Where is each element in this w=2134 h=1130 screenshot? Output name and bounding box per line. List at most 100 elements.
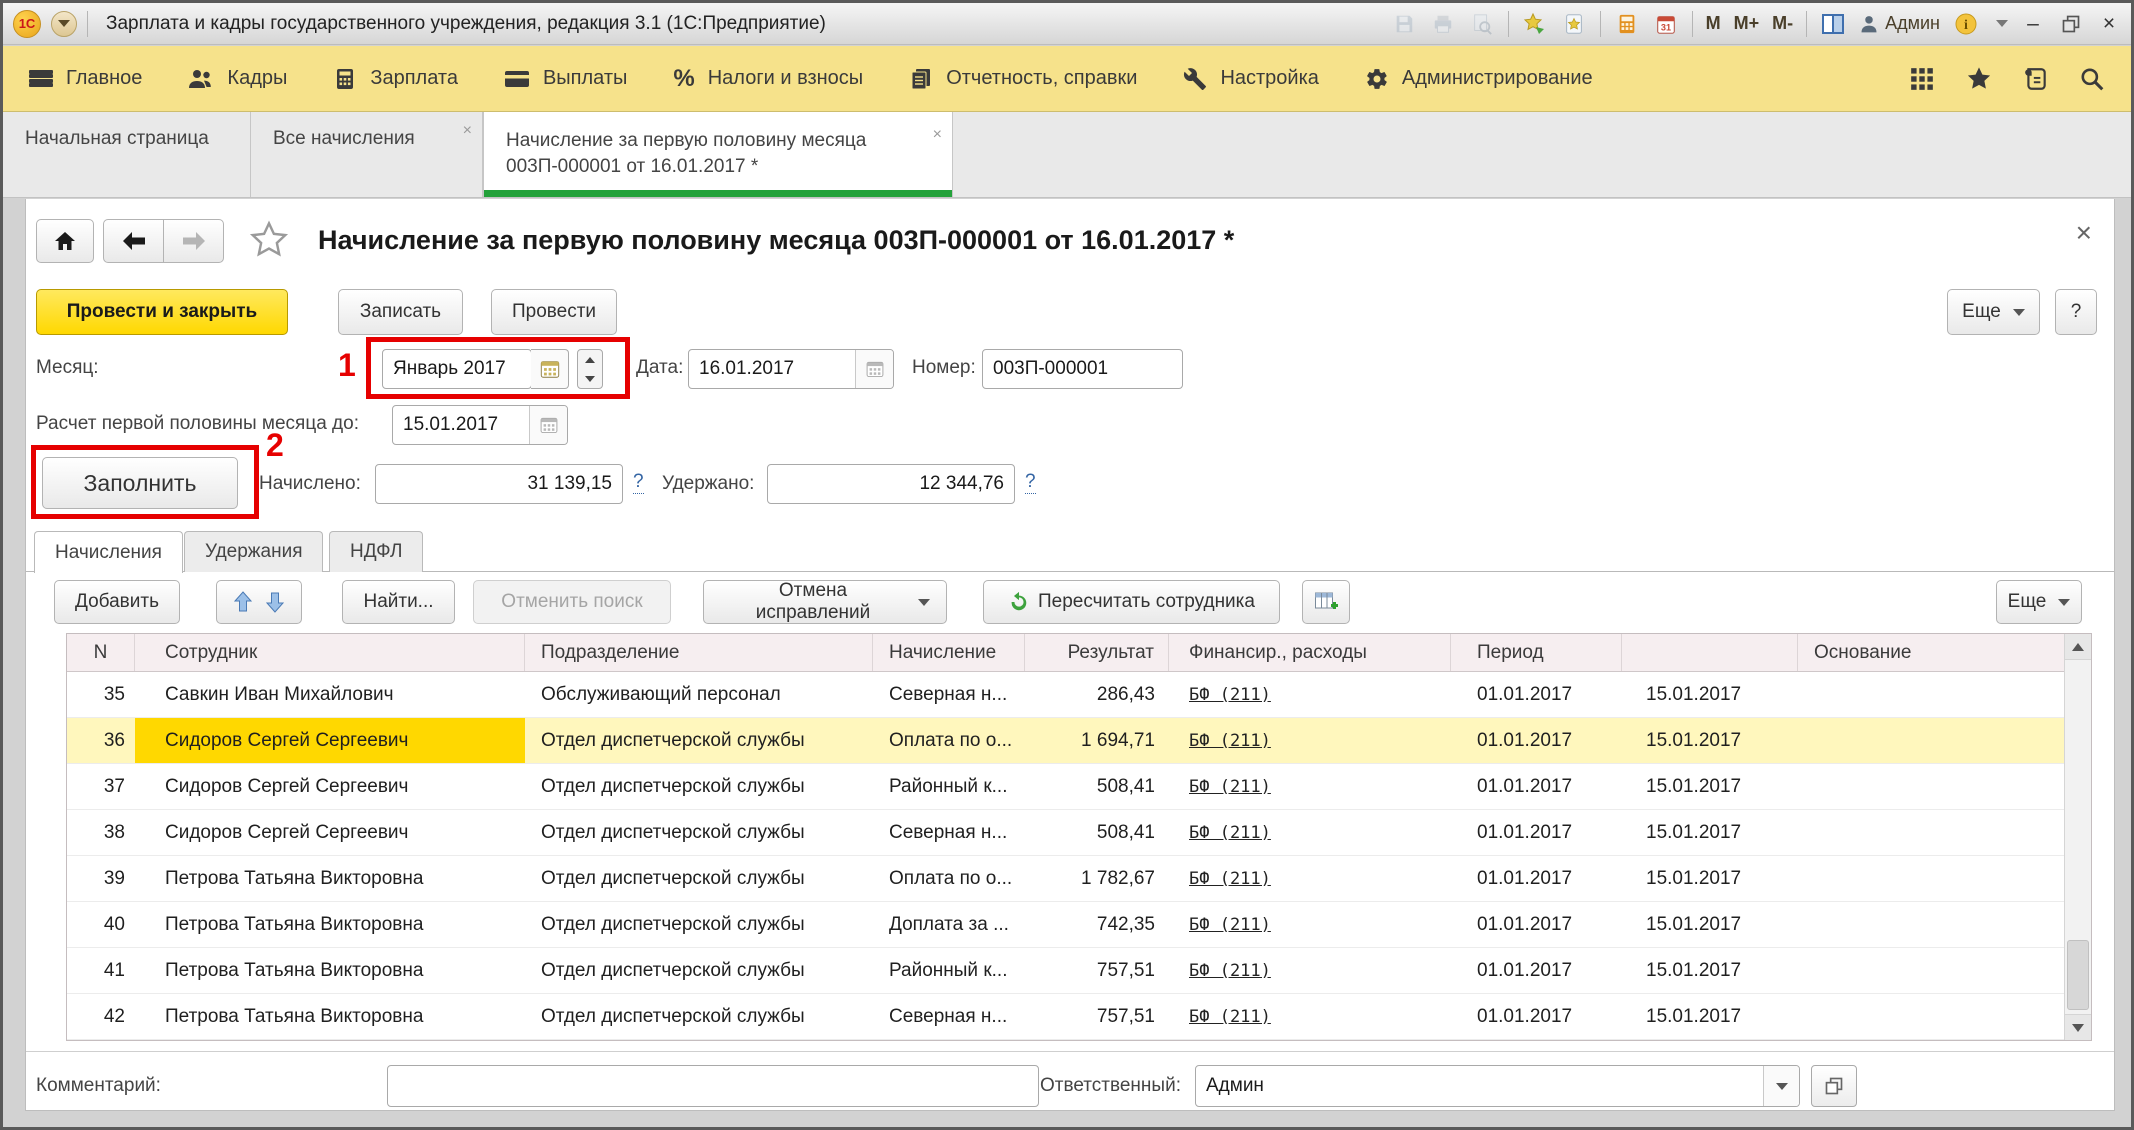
all-functions-icon[interactable] (1909, 66, 1935, 92)
table-row[interactable]: 41 Петрова Татьяна Викторовна Отдел дисп… (67, 948, 2064, 994)
info-icon[interactable]: i (1953, 11, 1979, 37)
column-header-result[interactable]: Результат (1025, 634, 1169, 671)
menu-item-zarplata[interactable]: Зарплата (333, 67, 458, 91)
post-button[interactable]: Провести (491, 289, 617, 335)
financing-link[interactable]: БФ (211) (1189, 685, 1271, 705)
accrued-help-link[interactable]: ? (633, 471, 644, 494)
minimize-button[interactable]: – (2021, 12, 2045, 36)
more-button-table[interactable]: Еще (1996, 580, 2082, 624)
month-calendar-button[interactable] (531, 349, 569, 389)
tab-accruals[interactable]: Начисления (34, 531, 183, 573)
write-button[interactable]: Записать (338, 289, 463, 335)
column-header-employee[interactable]: Сотрудник (135, 634, 525, 671)
help-button[interactable]: ? (2055, 289, 2097, 335)
move-down-icon[interactable] (265, 591, 285, 613)
table-row[interactable]: 37 Сидоров Сергей Сергеевич Отдел диспет… (67, 764, 2064, 810)
number-input[interactable] (983, 350, 1182, 388)
cancel-search-button[interactable]: Отменить поиск (473, 580, 671, 624)
month-input[interactable] (383, 350, 531, 388)
scroll-up-icon[interactable] (2065, 634, 2091, 660)
print-preview-icon[interactable] (1469, 11, 1495, 37)
close-document-icon[interactable]: × (2076, 219, 2092, 247)
financing-link[interactable]: БФ (211) (1189, 915, 1271, 935)
column-header-period-end[interactable] (1622, 634, 1798, 671)
scroll-down-icon[interactable] (2065, 1014, 2091, 1040)
current-user[interactable]: Админ (1859, 13, 1940, 34)
back-button[interactable] (103, 219, 164, 263)
month-spinner[interactable] (577, 349, 603, 389)
vertical-scrollbar[interactable] (2064, 634, 2091, 1040)
search-icon[interactable] (2079, 66, 2105, 92)
forward-button[interactable] (163, 219, 224, 263)
spinner-up-icon[interactable] (578, 350, 602, 369)
date-input[interactable] (689, 350, 855, 388)
calendar-icon[interactable]: 31 (1653, 11, 1679, 37)
menu-item-nalogi[interactable]: % Налоги и взносы (673, 65, 863, 93)
fill-button[interactable]: Заполнить (42, 457, 238, 509)
accrued-input[interactable] (376, 465, 622, 503)
table-row[interactable]: 40 Петрова Татьяна Викторовна Отдел дисп… (67, 902, 2064, 948)
close-tab-icon[interactable]: × (933, 122, 942, 148)
column-header-department[interactable]: Подразделение (525, 634, 873, 671)
financing-link[interactable]: БФ (211) (1189, 823, 1271, 843)
favorite-star-icon[interactable] (248, 219, 290, 261)
scrollbar-thumb[interactable] (2067, 940, 2089, 1010)
responsible-open-button[interactable] (1811, 1065, 1857, 1107)
spinner-down-icon[interactable] (578, 369, 602, 388)
restore-button[interactable] (2058, 11, 2084, 37)
column-header-period[interactable]: Период (1451, 634, 1622, 671)
add-row-button[interactable]: Добавить (54, 580, 180, 624)
tab-deductions[interactable]: Удержания (184, 531, 323, 572)
add-to-favorites-icon[interactable] (1522, 11, 1548, 37)
menu-item-vyplaty[interactable]: Выплаты (504, 67, 627, 90)
financing-link[interactable]: БФ (211) (1189, 1007, 1271, 1027)
print-icon[interactable] (1430, 11, 1456, 37)
comment-input[interactable] (388, 1066, 1038, 1106)
change-form-button[interactable] (1302, 580, 1350, 624)
table-row[interactable]: 42 Петрова Татьяна Викторовна Отдел дисп… (67, 994, 2064, 1040)
menu-item-otchetnost[interactable]: Отчетность, справки (909, 67, 1137, 91)
move-up-icon[interactable] (233, 591, 253, 613)
menu-item-nastroyka[interactable]: Настройка (1183, 67, 1318, 91)
more-button-top[interactable]: Еще (1947, 289, 2040, 335)
financing-link[interactable]: БФ (211) (1189, 869, 1271, 889)
close-tab-icon[interactable]: × (463, 122, 472, 140)
menu-item-administrirovanie[interactable]: Администрирование (1365, 67, 1593, 91)
post-and-close-button[interactable]: Провести и закрыть (36, 289, 288, 335)
financing-link[interactable]: БФ (211) (1189, 777, 1271, 797)
memory-m-plus-button[interactable]: M+ (1734, 13, 1760, 34)
memory-m-minus-button[interactable]: M- (1772, 13, 1793, 34)
save-icon[interactable] (1391, 11, 1417, 37)
half-month-input[interactable] (393, 406, 529, 444)
recalculate-employee-button[interactable]: Пересчитать сотрудника (983, 580, 1280, 624)
calculator-icon[interactable] (1614, 11, 1640, 37)
split-window-icon[interactable] (1820, 11, 1846, 37)
table-row[interactable]: 39 Петрова Татьяна Викторовна Отдел дисп… (67, 856, 2064, 902)
tab-all-accruals[interactable]: Все начисления × (251, 112, 483, 197)
column-header-n[interactable]: N (67, 634, 135, 671)
find-button[interactable]: Найти... (342, 580, 455, 624)
tab-ndfl[interactable]: НДФЛ (329, 531, 423, 572)
withheld-input[interactable] (768, 465, 1014, 503)
memory-m-button[interactable]: M (1706, 13, 1721, 34)
column-header-basis[interactable]: Основание (1798, 634, 2064, 671)
half-month-calendar-button[interactable] (529, 406, 567, 444)
tab-home-page[interactable]: Начальная страница (3, 112, 251, 197)
home-button[interactable] (36, 219, 94, 263)
financing-link[interactable]: БФ (211) (1189, 731, 1271, 751)
history-icon[interactable] (2023, 66, 2049, 92)
menu-item-kadry[interactable]: Кадры (188, 67, 287, 91)
date-calendar-button[interactable] (855, 350, 893, 388)
system-menu-button[interactable] (51, 11, 77, 37)
withheld-help-link[interactable]: ? (1025, 471, 1036, 494)
table-row[interactable]: 36 Сидоров Сергей Сергеевич Отдел диспет… (67, 718, 2064, 764)
close-window-button[interactable]: × (2097, 12, 2121, 36)
menu-item-main[interactable]: Главное (29, 67, 142, 90)
table-row[interactable]: 38 Сидоров Сергей Сергеевич Отдел диспет… (67, 810, 2064, 856)
column-header-financing[interactable]: Финансир., расходы (1169, 634, 1451, 671)
responsible-dropdown-button[interactable] (1763, 1066, 1799, 1106)
move-row-buttons[interactable] (216, 580, 302, 624)
tab-accrual-document[interactable]: Начисление за первую половину месяца 003… (483, 112, 953, 197)
favorites-star-icon[interactable] (1965, 65, 1993, 93)
cancel-fixes-button[interactable]: Отмена исправлений (703, 580, 947, 624)
